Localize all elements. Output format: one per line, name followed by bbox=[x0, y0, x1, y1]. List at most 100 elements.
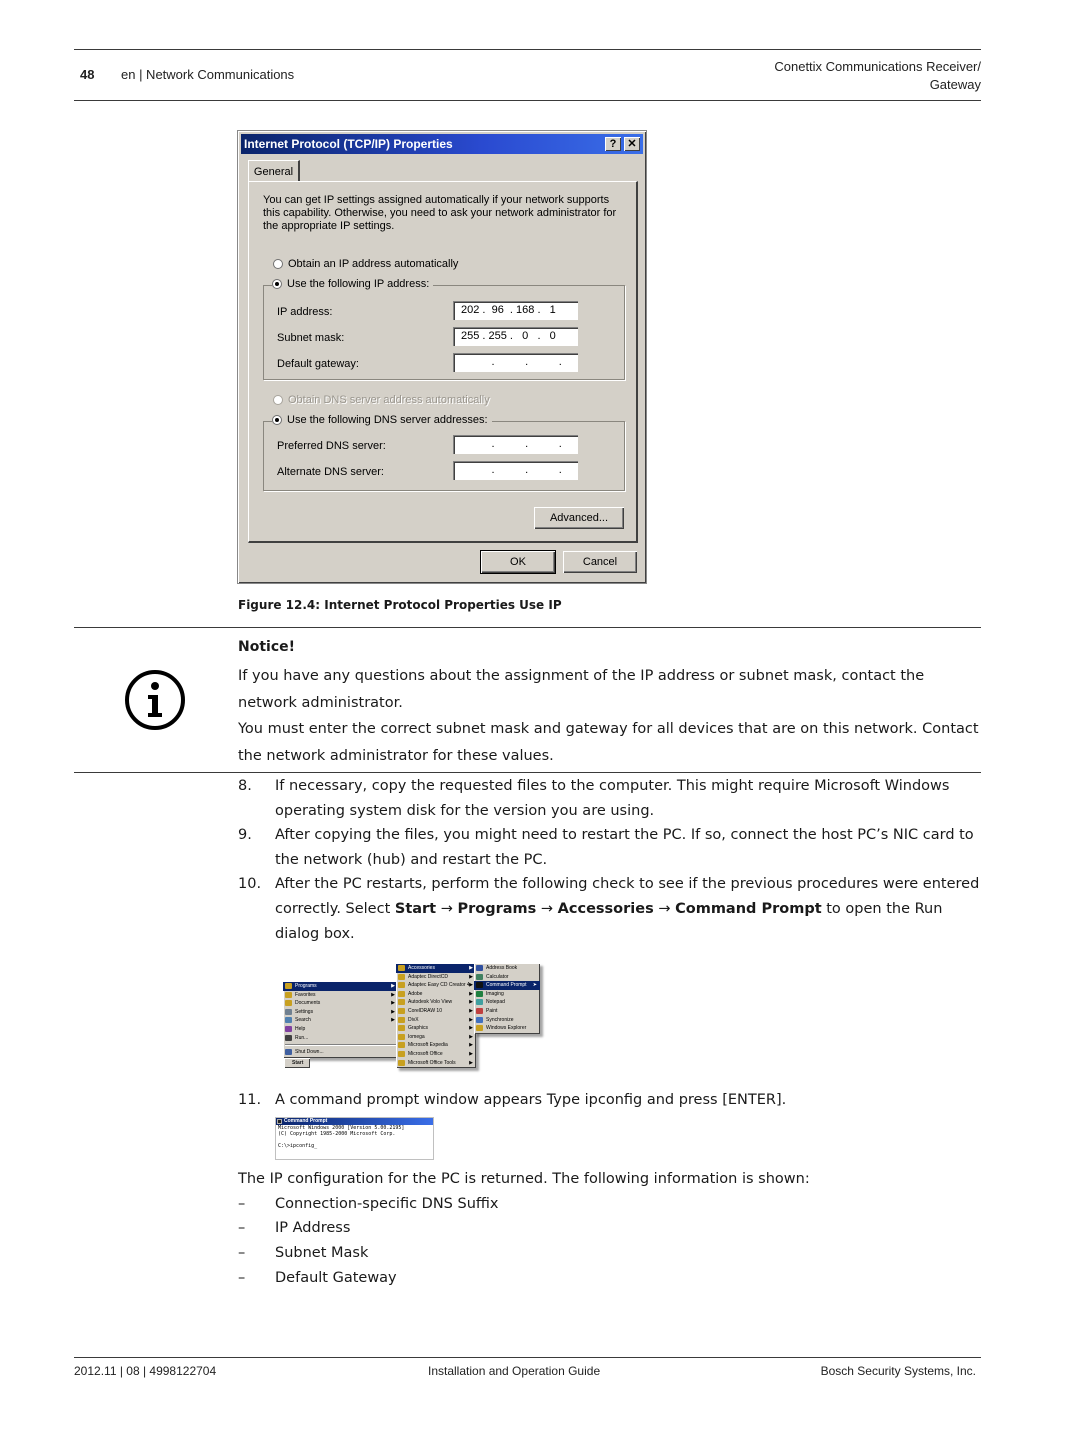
ip-result-item: – Default Gateway bbox=[238, 1266, 397, 1291]
command-prompt-icon bbox=[476, 982, 483, 989]
use-dns-label: Use the following DNS server addresses: bbox=[287, 414, 488, 426]
programs-item[interactable]: Adaptec Easy CD Creator 4 ▶ bbox=[396, 981, 476, 990]
settings-icon bbox=[285, 1008, 292, 1015]
help-icon bbox=[285, 1025, 292, 1032]
start-menu-item[interactable]: Help bbox=[283, 1025, 398, 1034]
step-10: 10. After the PC restarts, perform the f… bbox=[238, 872, 983, 946]
ip-address-group: Use the following IP address: IP address… bbox=[263, 278, 625, 380]
document-title: Conettix Communications Receiver/ Gatewa… bbox=[774, 58, 981, 94]
step-11: 11. A command prompt window appears Type… bbox=[238, 1088, 983, 1113]
dialog-title-bar: Internet Protocol (TCP/IP) Properties ? … bbox=[241, 134, 643, 154]
start-menu-item[interactable]: Search ▶ bbox=[283, 1016, 398, 1025]
info-icon bbox=[125, 670, 185, 730]
start-menu-item[interactable]: Shut Down... bbox=[283, 1048, 398, 1057]
ip-result-item: – IP Address bbox=[238, 1216, 350, 1241]
programs-item[interactable]: Autodesk Volo View ▶ bbox=[396, 998, 476, 1007]
tcpip-properties-dialog: Internet Protocol (TCP/IP) Properties ? … bbox=[237, 130, 647, 584]
accessories-item[interactable]: Imaging bbox=[474, 990, 540, 999]
console-input-line[interactable]: C:\>ipconfig_ bbox=[276, 1143, 433, 1149]
menu-path-accessories: Accessories bbox=[557, 900, 654, 917]
folder-icon bbox=[398, 999, 405, 1006]
programs-submenu: Accessories ▶ Adaptec DirectCD ▶ Adaptec E… bbox=[396, 963, 476, 1069]
programs-item[interactable]: Graphics ▶ bbox=[396, 1024, 476, 1033]
notepad-icon bbox=[476, 999, 483, 1006]
step-text: After copying the files, you might need … bbox=[275, 827, 974, 868]
folder-icon bbox=[398, 1007, 405, 1014]
step-number: 8. bbox=[238, 778, 252, 794]
step-number: 9. bbox=[238, 827, 252, 843]
obtain-ip-auto-label: Obtain an IP address automatically bbox=[288, 258, 459, 270]
programs-item[interactable]: DivX ▶ bbox=[396, 1016, 476, 1025]
footer-guide-title: Installation and Operation Guide bbox=[428, 1364, 601, 1378]
calculator-icon bbox=[476, 973, 483, 980]
programs-item[interactable]: Accessories ▶ bbox=[396, 964, 476, 973]
ip-address-field[interactable]: 202 . 96 . 168 . 1 bbox=[453, 301, 578, 320]
intro-text: You can get IP settings assigned automat… bbox=[263, 194, 617, 232]
programs-item[interactable]: Microsoft Office ▶ bbox=[396, 1050, 476, 1059]
accessories-item[interactable]: Calculator bbox=[474, 973, 540, 982]
folder-icon bbox=[398, 1050, 405, 1057]
start-menu-item[interactable]: Favorites ▶ bbox=[283, 991, 398, 1000]
folder-icon bbox=[398, 982, 405, 989]
start-menu-item[interactable]: Run... bbox=[283, 1034, 398, 1043]
start-menu-item[interactable]: Documents ▶ bbox=[283, 999, 398, 1008]
folder-icon bbox=[285, 1000, 292, 1007]
footer-doc-id: 2012.11 | 08 | 4998122704 bbox=[74, 1364, 217, 1378]
close-button[interactable]: ✕ bbox=[624, 137, 640, 151]
general-tab-panel: You can get IP settings assigned automat… bbox=[248, 181, 638, 543]
start-button[interactable]: Start bbox=[284, 1058, 310, 1068]
cursor-icon: ➤ bbox=[532, 982, 537, 989]
accessories-item[interactable]: Paint bbox=[474, 1007, 540, 1016]
arrow: → bbox=[653, 900, 676, 917]
notice-top-rule bbox=[74, 627, 981, 628]
accessories-item[interactable]: Windows Explorer bbox=[474, 1024, 540, 1033]
tab-general[interactable]: General bbox=[248, 160, 300, 182]
radio-button-selected-icon bbox=[272, 279, 282, 289]
ok-button[interactable]: OK bbox=[480, 550, 556, 574]
accessories-item-command-prompt[interactable]: Command Prompt ➤ bbox=[474, 981, 540, 990]
obtain-ip-auto-radio[interactable]: Obtain an IP address automatically bbox=[273, 258, 458, 270]
start-menu-item[interactable]: Settings ▶ bbox=[283, 1008, 398, 1017]
programs-item[interactable]: Adaptec DirectCD ▶ bbox=[396, 973, 476, 982]
start-menu-item[interactable]: Programs ▶ bbox=[283, 982, 398, 991]
advanced-button[interactable]: Advanced... bbox=[534, 507, 624, 529]
folder-icon bbox=[398, 1042, 405, 1049]
notice-bottom-rule bbox=[74, 772, 981, 773]
notice-body: If you have any questions about the assi… bbox=[238, 663, 983, 769]
menu-path-start: Start bbox=[394, 900, 437, 917]
command-prompt-title: Command Prompt bbox=[276, 1118, 433, 1125]
step-number: 10. bbox=[238, 876, 262, 892]
programs-item[interactable]: Adobe ▶ bbox=[396, 990, 476, 999]
default-gateway-field[interactable]: . . . bbox=[453, 353, 578, 372]
use-ip-radio[interactable]: Use the following IP address: bbox=[272, 278, 434, 290]
cancel-button[interactable]: Cancel bbox=[563, 551, 637, 573]
header-bottom-rule bbox=[74, 100, 981, 101]
ip-result-item: – Connection-specific DNS Suffix bbox=[238, 1192, 499, 1217]
programs-item[interactable]: Microsoft Office Tools ▶ bbox=[396, 1059, 476, 1068]
ip-address-label: IP address: bbox=[277, 306, 333, 318]
subnet-mask-label: Subnet mask: bbox=[277, 332, 345, 344]
use-ip-label: Use the following IP address: bbox=[287, 278, 430, 290]
radio-button-icon bbox=[273, 395, 283, 405]
arrow: → bbox=[436, 900, 458, 917]
figure-caption: Figure 12.4: Internet Protocol Propertie… bbox=[238, 598, 562, 612]
programs-item[interactable]: Iomega ▶ bbox=[396, 1033, 476, 1042]
accessories-item[interactable]: Notepad bbox=[474, 998, 540, 1007]
ip-result-item: – Subnet Mask bbox=[238, 1241, 368, 1266]
document-title-line1: Conettix Communications Receiver/ bbox=[774, 59, 981, 74]
folder-icon bbox=[398, 990, 405, 997]
use-dns-radio[interactable]: Use the following DNS server addresses: bbox=[272, 414, 492, 426]
preferred-dns-field[interactable]: . . . bbox=[453, 435, 578, 454]
obtain-dns-auto-radio[interactable]: Obtain DNS server address automatically bbox=[273, 394, 490, 406]
programs-item[interactable]: CorelDRAW 10 ▶ bbox=[396, 1007, 476, 1016]
programs-item[interactable]: Microsoft Expedia ▶ bbox=[396, 1041, 476, 1050]
menu-path-programs: Programs bbox=[457, 900, 537, 917]
subnet-mask-field[interactable]: 255 . 255 . 0 . 0 bbox=[453, 327, 578, 346]
notice-paragraph-1: If you have any questions about the assi… bbox=[238, 668, 925, 711]
accessories-item[interactable]: Address Book bbox=[474, 964, 540, 973]
page-number: 48 bbox=[80, 67, 95, 82]
alternate-dns-field[interactable]: . . . bbox=[453, 461, 578, 480]
accessories-item[interactable]: Synchronize bbox=[474, 1016, 540, 1025]
help-button[interactable]: ? bbox=[605, 137, 621, 151]
paint-icon bbox=[476, 1007, 483, 1014]
